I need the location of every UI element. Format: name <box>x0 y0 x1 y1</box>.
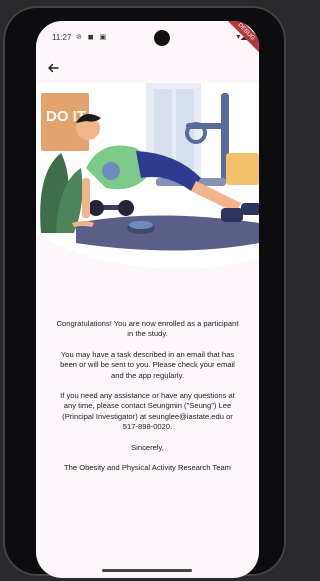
phone-frame: 11:27 ⊘ ◼ ▣ ▾◢▮ DEBUG DO IT <box>3 6 286 578</box>
back-button[interactable] <box>44 59 62 77</box>
status-bar: 11:27 ⊘ ◼ ▣ ▾◢▮ <box>36 21 259 51</box>
task-text: You may have a task described in an emai… <box>60 349 235 380</box>
assistance-text: If you need any assistance or have any q… <box>60 391 235 432</box>
camera-cutout <box>154 30 170 46</box>
signature-text: The Obesity and Physical Activity Resear… <box>64 463 231 473</box>
closing-text: Sincerely, <box>131 442 164 452</box>
enrollment-message: Congratulations! You are now enrolled as… <box>36 319 259 483</box>
home-indicator[interactable] <box>102 569 192 572</box>
congrats-text: Congratulations! You are now enrolled as… <box>56 319 239 339</box>
workout-illustration: DO IT <box>36 83 259 269</box>
arrow-left-icon <box>48 63 59 73</box>
status-time: 11:27 <box>52 33 72 42</box>
notification-icons: ⊘ ◼ ▣ <box>76 34 109 41</box>
app-screen: 11:27 ⊘ ◼ ▣ ▾◢▮ DEBUG DO IT <box>36 21 259 578</box>
